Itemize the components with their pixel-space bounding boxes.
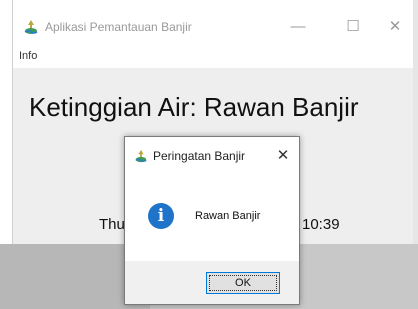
close-button[interactable]: ✕ <box>378 14 412 38</box>
close-icon[interactable]: ✕ <box>273 145 293 165</box>
datetime-label-end: 10:39 <box>302 216 340 233</box>
datetime-label-start: Thu <box>99 216 125 233</box>
warning-dialog: Peringatan Banjir ✕ i Rawan Banjir OK <box>124 136 300 305</box>
dialog-message: Rawan Banjir <box>195 210 261 222</box>
maximize-button[interactable]: ☐ <box>336 14 370 38</box>
menu-item-info[interactable]: Info <box>19 50 37 62</box>
water-level-label: Ketinggian Air: Rawan Banjir <box>29 92 359 122</box>
ok-button[interactable]: OK <box>206 272 280 294</box>
menu-bar: Info <box>13 48 413 68</box>
app-icon <box>134 149 148 163</box>
dialog-body: i Rawan Banjir <box>125 173 299 261</box>
minimize-button[interactable]: — <box>281 14 315 38</box>
dialog-title: Peringatan Banjir <box>153 149 246 163</box>
info-icon: i <box>148 203 174 229</box>
app-icon <box>23 19 39 35</box>
dialog-titlebar[interactable]: Peringatan Banjir ✕ <box>125 137 299 173</box>
dialog-footer: OK <box>125 261 299 304</box>
window-title: Aplikasi Pemantauan Banjir <box>45 20 192 34</box>
main-titlebar[interactable]: Aplikasi Pemantauan Banjir — ☐ ✕ <box>13 0 413 48</box>
